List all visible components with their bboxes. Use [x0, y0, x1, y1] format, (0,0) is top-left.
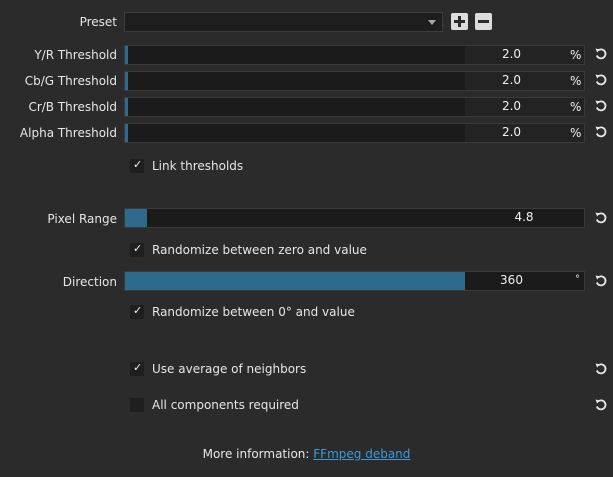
randomize-zero-label: Randomize between zero and value — [152, 243, 367, 257]
slider-fill — [125, 72, 128, 90]
checkbox-box: ✓ — [130, 304, 144, 319]
yr-threshold-label: Y/R Threshold — [34, 48, 117, 62]
direction-unit: ° — [575, 274, 580, 285]
reset-icon[interactable] — [594, 274, 610, 290]
remove-preset-button[interactable] — [475, 13, 492, 30]
yr-threshold-value: 2.0 — [501, 47, 522, 61]
alpha-threshold-spinbox[interactable]: 2.0 — [464, 123, 585, 143]
checkmark-icon: ✓ — [133, 158, 143, 171]
direction-value: 360 — [500, 273, 523, 287]
checkmark-icon: ✓ — [133, 242, 143, 255]
direction-label: Direction — [62, 275, 117, 289]
minus-icon — [478, 20, 489, 23]
cbg-threshold-label: Cb/G Threshold — [24, 74, 117, 88]
deband-filter-panel: Preset Y/R Threshold 2.0 % Cb/G Threshol… — [0, 0, 613, 477]
yr-threshold-unit: % — [570, 48, 582, 62]
yr-threshold-spinbox[interactable]: 2.0 — [464, 45, 585, 65]
crb-threshold-label: Cr/B Threshold — [28, 100, 117, 114]
checkmark-icon: ✓ — [133, 361, 143, 374]
slider-fill — [125, 98, 128, 116]
chevron-down-icon — [428, 20, 436, 25]
alpha-threshold-unit: % — [570, 126, 582, 140]
all-components-label: All components required — [152, 398, 299, 412]
slider-fill — [125, 209, 147, 227]
reset-icon[interactable] — [594, 99, 610, 115]
cbg-threshold-spinbox[interactable]: 2.0 — [464, 71, 585, 91]
checkbox-box: ✓ — [130, 158, 144, 173]
crb-threshold-value: 2.0 — [501, 99, 522, 113]
alpha-threshold-value: 2.0 — [501, 125, 522, 139]
reset-icon[interactable] — [594, 47, 610, 63]
randomize-degree-label: Randomize between 0° and value — [152, 305, 355, 319]
preset-combo[interactable] — [124, 12, 443, 32]
slider-fill — [125, 46, 128, 64]
reset-icon[interactable] — [594, 211, 610, 227]
pixel-range-label: Pixel Range — [47, 212, 117, 226]
use-average-label: Use average of neighbors — [152, 362, 307, 376]
direction-spinbox[interactable]: 360 — [464, 271, 585, 291]
crb-threshold-unit: % — [570, 100, 582, 114]
reset-icon[interactable] — [594, 398, 610, 414]
reset-icon[interactable] — [594, 362, 610, 378]
more-information: More information: FFmpeg deband — [0, 447, 613, 461]
checkmark-icon: ✓ — [133, 304, 143, 317]
alpha-threshold-label: Alpha Threshold — [19, 126, 117, 140]
slider-fill — [125, 272, 465, 290]
cbg-threshold-value: 2.0 — [501, 73, 522, 87]
checkbox-box: ✓ — [130, 242, 144, 257]
checkbox-box — [130, 398, 144, 412]
ffmpeg-deband-link[interactable]: FFmpeg deband — [313, 447, 410, 461]
slider-fill — [125, 124, 128, 142]
crb-threshold-spinbox[interactable]: 2.0 — [464, 97, 585, 117]
pixel-range-value: 4.8 — [514, 210, 534, 224]
add-preset-button[interactable] — [451, 13, 468, 30]
cbg-threshold-unit: % — [570, 74, 582, 88]
info-prefix: More information: — [202, 447, 314, 461]
reset-icon[interactable] — [594, 73, 610, 89]
pixel-range-spinbox[interactable]: 4.8 — [464, 208, 585, 228]
checkbox-box: ✓ — [130, 361, 144, 376]
link-thresholds-label: Link thresholds — [152, 159, 244, 173]
reset-icon[interactable] — [594, 125, 610, 141]
preset-label: Preset — [79, 15, 117, 29]
plus-icon-stem — [458, 16, 461, 27]
